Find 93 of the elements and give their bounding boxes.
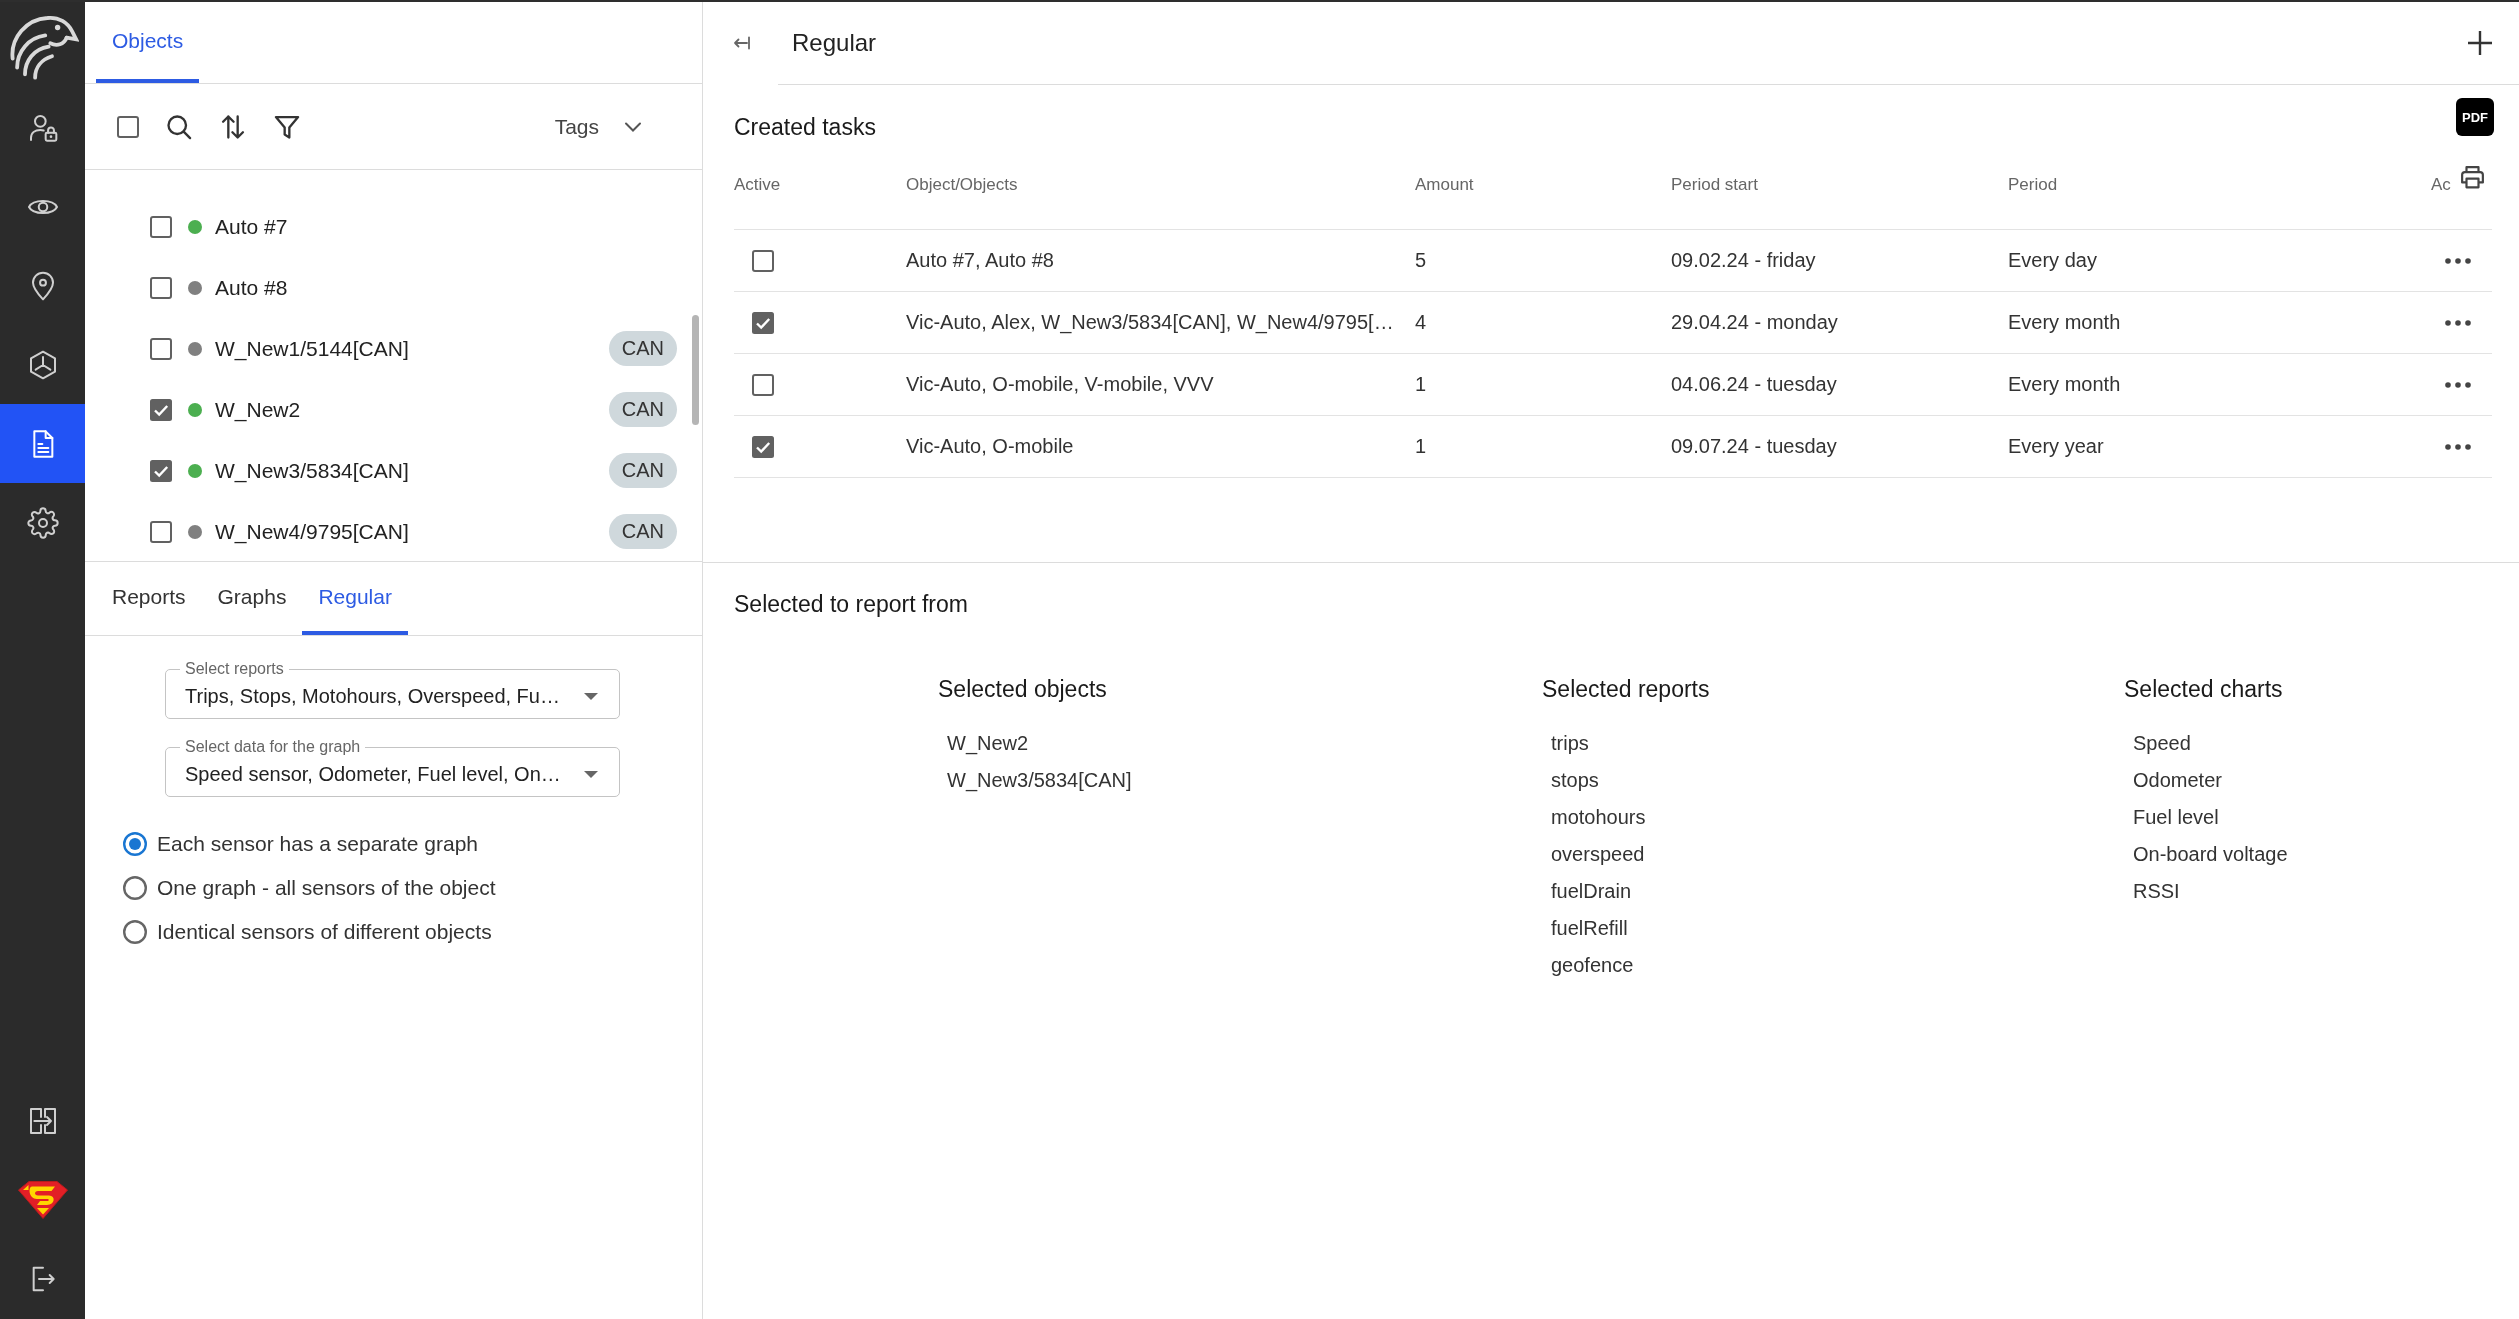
plus-icon[interactable] [2467, 30, 2493, 56]
radio-button[interactable] [123, 832, 147, 856]
radio-label[interactable]: One graph - all sensors of the object [157, 876, 496, 900]
table-cell-text: Vic-Auto, Alex, W_New3/5834[CAN], W_New4/9795[… [906, 311, 1395, 334]
table-cell-text: Auto #7, Auto #8 [906, 249, 1055, 272]
list-item: RSSI [2133, 879, 2181, 904]
group-title: Selected charts [2124, 675, 2284, 703]
object-name: Auto #7 [215, 214, 288, 239]
checkbox[interactable] [150, 215, 172, 238]
list-item: overspeed [1551, 842, 1646, 867]
column-header: Object/Objects [906, 174, 1019, 195]
tags-dropdown[interactable]: Tags [554, 114, 645, 139]
more-icon[interactable] [2445, 443, 2471, 450]
object-name: W_New3/5834[CAN] [215, 458, 409, 483]
object-name: W_New4/9795[CAN] [215, 519, 409, 544]
list-item: trips [1551, 731, 1590, 756]
report-tab[interactable]: Reports [96, 562, 202, 635]
list-item: fuelDrain [1551, 879, 1633, 904]
object-name: W_New2 [215, 397, 301, 422]
radio-label[interactable]: Each sensor has a separate graph [157, 832, 479, 856]
dropdown-field[interactable]: Select data for the graph Speed sensor, Odometer, Fuel level, On… [165, 738, 620, 797]
table-cell-text: 29.04.24 - monday [1671, 311, 1839, 334]
more-icon[interactable] [2445, 257, 2471, 264]
caret-down-icon [584, 770, 598, 778]
report-tab[interactable]: Regular [302, 562, 408, 635]
checkbox[interactable] [117, 115, 139, 138]
scrollbar-thumb[interactable] [692, 315, 699, 425]
list-item: Speed [2133, 731, 2192, 756]
tag-chip: CAN [608, 453, 677, 488]
panel-tab[interactable]: Objects [96, 2, 200, 83]
table-cell-text: 09.07.24 - tuesday [1671, 435, 1838, 458]
checkbox[interactable] [150, 520, 172, 543]
list-item: On-board voltage [2133, 842, 2289, 867]
checkbox[interactable] [752, 373, 774, 396]
more-icon[interactable] [2445, 319, 2471, 326]
object-name: Auto #8 [215, 275, 288, 300]
tag-chip: CAN [608, 392, 677, 427]
list-item: stops [1551, 768, 1600, 793]
print-icon[interactable] [2458, 165, 2486, 189]
search-icon[interactable] [165, 112, 193, 141]
sidebar-nav-item[interactable] [0, 404, 85, 483]
table-cell-text: 04.06.24 - tuesday [1671, 373, 1838, 396]
group-title: Selected objects [938, 675, 1108, 703]
table-cell-text: Every month [2008, 311, 2122, 334]
table-cell-text: 09.02.24 - friday [1671, 249, 1817, 272]
column-header: Period start [1671, 174, 1759, 195]
table-cell-text: 1 [1415, 435, 1428, 458]
column-header: Active [734, 174, 782, 195]
list-item: Odometer [2133, 768, 2223, 793]
list-item: fuelRefill [1551, 916, 1629, 941]
list-item: motohours [1551, 805, 1647, 830]
checkbox[interactable] [150, 459, 172, 482]
list-item: Fuel level [2133, 805, 2220, 830]
tag-chip: CAN [608, 331, 677, 366]
list-item: geofence [1551, 953, 1635, 978]
table-cell-text: 1 [1415, 373, 1428, 396]
checkbox[interactable] [150, 337, 172, 360]
sort-icon[interactable] [219, 112, 247, 141]
field-label: Select data for the graph [184, 738, 362, 756]
checkbox[interactable] [752, 311, 774, 334]
section-title: Selected to report from [734, 590, 969, 618]
table-cell-text: Vic-Auto, O-mobile [906, 435, 1075, 458]
radio-button[interactable] [123, 920, 147, 944]
table-cell-text: Every day [2008, 249, 2098, 272]
table-cell-text: Every year [2008, 435, 2105, 458]
settings-icon [26, 506, 59, 539]
list-item: W_New3/5834[CAN] [947, 768, 1133, 794]
caret-down-icon [584, 692, 598, 700]
group-title: Selected reports [1542, 675, 1711, 703]
list-item: W_New2 [947, 731, 1030, 757]
checkbox[interactable] [150, 276, 172, 299]
checkbox[interactable] [150, 398, 172, 421]
dropdown-field[interactable]: Select reports Trips, Stops, Motohours, Overspeed, Fu… [165, 660, 620, 719]
column-header: Amount [1415, 174, 1475, 195]
radio-button[interactable] [123, 876, 147, 900]
checkbox[interactable] [752, 435, 774, 458]
shield-icon[interactable] [16, 1179, 69, 1220]
checkbox[interactable] [752, 249, 774, 272]
report-tab[interactable]: Graphs [201, 562, 303, 635]
table-cell-text: Every month [2008, 373, 2122, 396]
column-header: Ac [2431, 175, 2451, 195]
table-cell-text: 4 [1415, 311, 1428, 334]
table-cell-text: 5 [1415, 249, 1428, 272]
more-icon[interactable] [2445, 381, 2471, 388]
section-title: Created tasks [734, 113, 876, 141]
page-title: Regular [792, 29, 878, 57]
field-label: Select reports [184, 660, 285, 678]
tag-chip: CAN [608, 514, 677, 549]
pdf-button[interactable]: PDF [2456, 98, 2494, 136]
radio-label[interactable]: Identical sensors of different objects [157, 920, 492, 944]
object-name: W_New1/5144[CAN] [215, 336, 409, 361]
table-cell-text: Vic-Auto, O-mobile, V-mobile, VVV [906, 373, 1215, 396]
column-header: Period [2008, 174, 2059, 195]
